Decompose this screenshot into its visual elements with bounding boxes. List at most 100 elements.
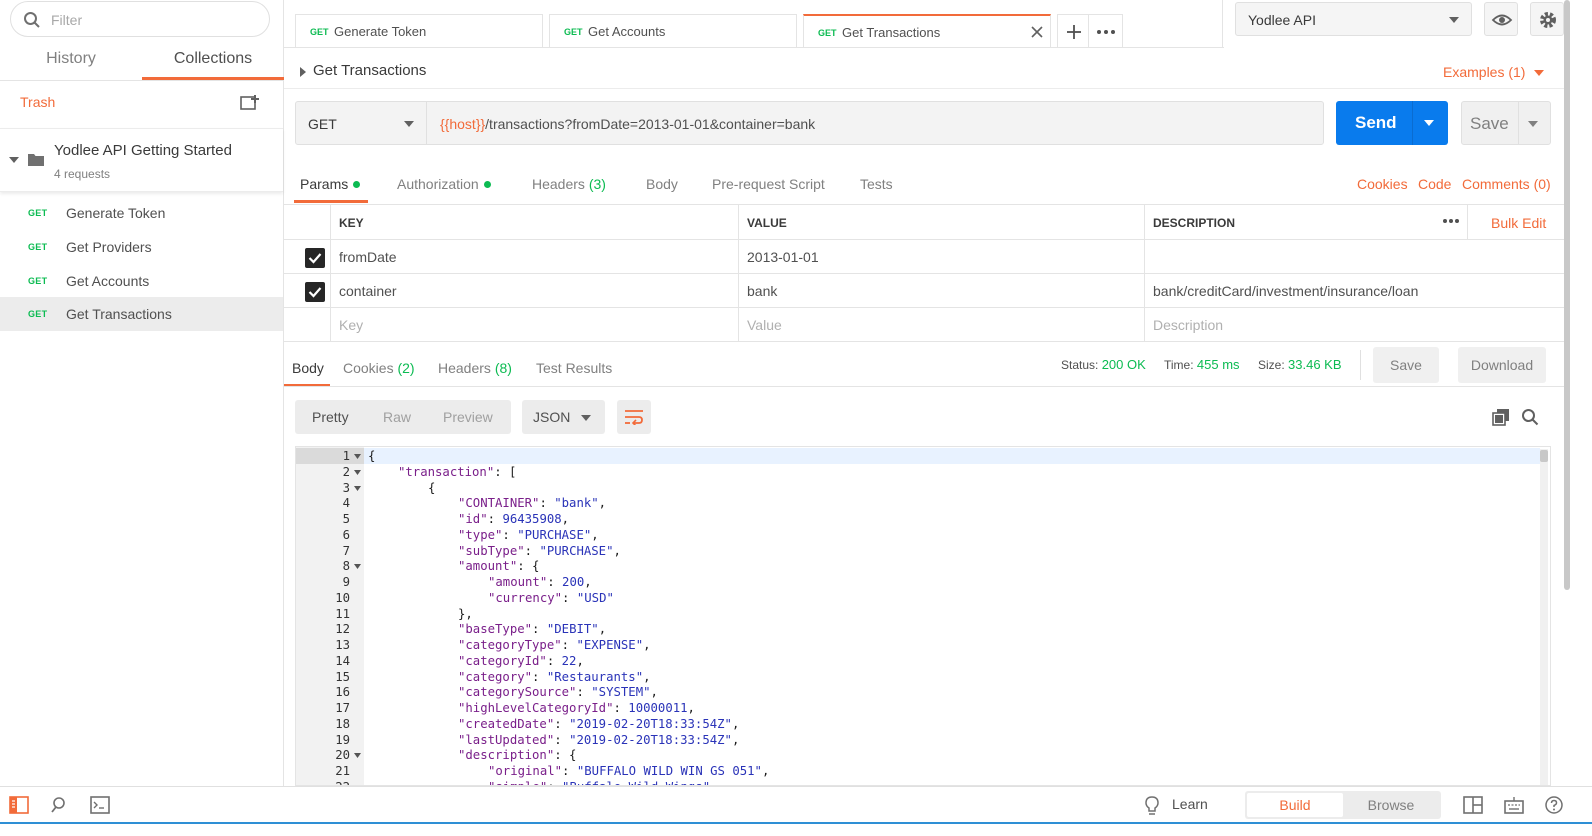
save-button[interactable]: Save <box>1461 101 1551 145</box>
value-cell[interactable]: bank <box>738 274 1144 307</box>
tab-tests[interactable]: Tests <box>860 176 893 192</box>
sidebar-request-get-transactions[interactable]: GET Get Transactions <box>0 297 283 331</box>
tab-more-button[interactable] <box>1089 14 1123 48</box>
collection-item[interactable]: Yodlee API Getting Started 4 requests <box>0 128 283 192</box>
view-raw-button[interactable]: Raw <box>383 409 411 425</box>
format-select[interactable]: JSON <box>522 400 605 434</box>
response-tab-headers[interactable]: Headers (8) <box>438 360 512 376</box>
key-input[interactable]: Key <box>330 308 738 341</box>
code-token: { <box>428 480 436 495</box>
response-tab-body[interactable]: Body <box>292 360 324 376</box>
main-scrollbar[interactable] <box>1564 0 1570 590</box>
save-response-button[interactable]: Save <box>1373 347 1439 383</box>
lightbulb-icon[interactable] <box>1144 796 1160 816</box>
caret-down-icon[interactable] <box>1528 121 1538 127</box>
fold-caret-icon[interactable] <box>354 454 361 459</box>
code-token: : <box>532 622 547 637</box>
response-size[interactable]: Size: 33.46 KB <box>1258 357 1342 372</box>
bulk-edit-link[interactable]: Bulk Edit <box>1491 215 1546 231</box>
tab-collections[interactable]: Collections <box>142 40 284 80</box>
divider <box>1412 101 1413 145</box>
checkbox-checked[interactable] <box>305 282 325 302</box>
view-pretty-button[interactable]: Pretty <box>312 409 349 425</box>
wrap-lines-button[interactable] <box>617 400 651 434</box>
tab-history[interactable]: History <box>0 40 142 80</box>
tab-body[interactable]: Body <box>646 176 678 192</box>
settings-button[interactable] <box>1530 2 1564 36</box>
key-cell[interactable]: fromDate <box>330 240 738 273</box>
code-link[interactable]: Code <box>1418 176 1451 192</box>
sidebar-request-get-providers[interactable]: GET Get Providers <box>0 230 283 264</box>
learn-link[interactable]: Learn <box>1172 796 1208 812</box>
fold-caret-icon[interactable] <box>354 564 361 570</box>
sidebar-request-generate-token[interactable]: GET Generate Token <box>0 196 283 230</box>
sidebar-request-get-accounts[interactable]: GET Get Accounts <box>0 264 283 298</box>
trash-link[interactable]: Trash <box>20 94 55 110</box>
tab-params[interactable]: Params <box>300 176 361 192</box>
headers-count: (3) <box>588 176 606 192</box>
download-button[interactable]: Download <box>1458 347 1546 383</box>
caret-down-icon[interactable] <box>1424 120 1434 126</box>
tab-get-transactions[interactable]: GET Get Transactions <box>803 14 1051 48</box>
environment-select[interactable]: Yodlee API <box>1235 2 1472 36</box>
tab-authorization[interactable]: Authorization <box>397 176 491 192</box>
caret-right-icon[interactable] <box>300 67 306 77</box>
code-token: "categoryId" <box>458 653 547 668</box>
fold-caret-icon[interactable] <box>354 485 361 491</box>
filter-input[interactable]: Filter <box>10 1 270 37</box>
response-tab-test-results[interactable]: Test Results <box>536 360 612 376</box>
sidebar-toggle-icon[interactable] <box>9 796 29 814</box>
view-preview-button[interactable]: Preview <box>443 409 493 425</box>
description-cell[interactable]: bank/creditCard/investment/insurance/loa… <box>1144 274 1564 307</box>
tab-pre-request-script[interactable]: Pre-request Script <box>712 176 825 192</box>
code-token: : <box>546 653 562 668</box>
search-icon[interactable] <box>1521 408 1539 426</box>
new-collection-icon[interactable] <box>240 94 260 112</box>
response-body-editor[interactable]: 1 {2 "transaction": [3 {4 "CONTAINER": "bank… <box>295 446 1551 786</box>
tab-generate-token[interactable]: GET Generate Token <box>295 14 543 48</box>
fold-caret-icon[interactable] <box>354 753 361 759</box>
tab-headers[interactable]: Headers (3) <box>532 176 606 192</box>
send-button[interactable]: Send <box>1336 101 1448 145</box>
response-status[interactable]: Status: 200 OK <box>1061 357 1146 372</box>
examples-dropdown[interactable]: Examples (1) <box>1443 64 1525 80</box>
copy-icon[interactable] <box>1492 408 1510 426</box>
tab-get-accounts[interactable]: GET Get Accounts <box>549 14 797 48</box>
caret-down-icon[interactable] <box>9 157 19 164</box>
line-number: 9 <box>342 575 350 589</box>
scrollbar[interactable] <box>1540 449 1548 785</box>
environment-quick-look-button[interactable] <box>1484 2 1518 36</box>
browse-mode-button[interactable]: Browse <box>1343 793 1439 817</box>
close-icon[interactable] <box>1030 25 1044 39</box>
cookies-link[interactable]: Cookies <box>1357 176 1408 192</box>
fold-caret-icon[interactable] <box>354 469 361 475</box>
two-pane-view-icon[interactable] <box>1463 796 1483 814</box>
method-select[interactable]: GET <box>295 101 427 145</box>
find-icon[interactable] <box>50 796 68 814</box>
more-icon[interactable] <box>1441 214 1461 228</box>
value-cell[interactable]: 2013-01-01 <box>738 240 1144 273</box>
code-text: "categoryId": 22, <box>458 653 584 669</box>
comments-link[interactable]: Comments (0) <box>1462 176 1551 192</box>
code-token: : <box>554 732 570 747</box>
url-input[interactable]: {{host}}/transactions?fromDate=2013-01-0… <box>426 101 1324 145</box>
keyboard-shortcuts-icon[interactable] <box>1504 796 1524 814</box>
header-cell <box>284 205 330 239</box>
scrollbar-thumb[interactable] <box>1540 450 1548 462</box>
response-time[interactable]: Time: 455 ms <box>1164 357 1240 372</box>
new-tab-button[interactable] <box>1057 14 1089 48</box>
help-icon[interactable] <box>1545 796 1563 814</box>
key-cell[interactable]: container <box>330 274 738 307</box>
code-text: "amount": { <box>458 558 539 574</box>
caret-down-icon[interactable] <box>1534 70 1544 76</box>
build-mode-button[interactable]: Build <box>1247 793 1343 817</box>
description-cell[interactable] <box>1144 240 1564 273</box>
code-text: }, <box>458 606 473 622</box>
checkbox-checked[interactable] <box>305 248 325 268</box>
value-input[interactable]: Value <box>738 308 1144 341</box>
response-tab-cookies[interactable]: Cookies (2) <box>343 360 415 376</box>
param-value: 2013-01-01 <box>747 249 819 265</box>
console-icon[interactable] <box>90 796 110 814</box>
description-input[interactable]: Description <box>1144 308 1564 341</box>
request-title[interactable]: Get Transactions <box>313 62 426 79</box>
